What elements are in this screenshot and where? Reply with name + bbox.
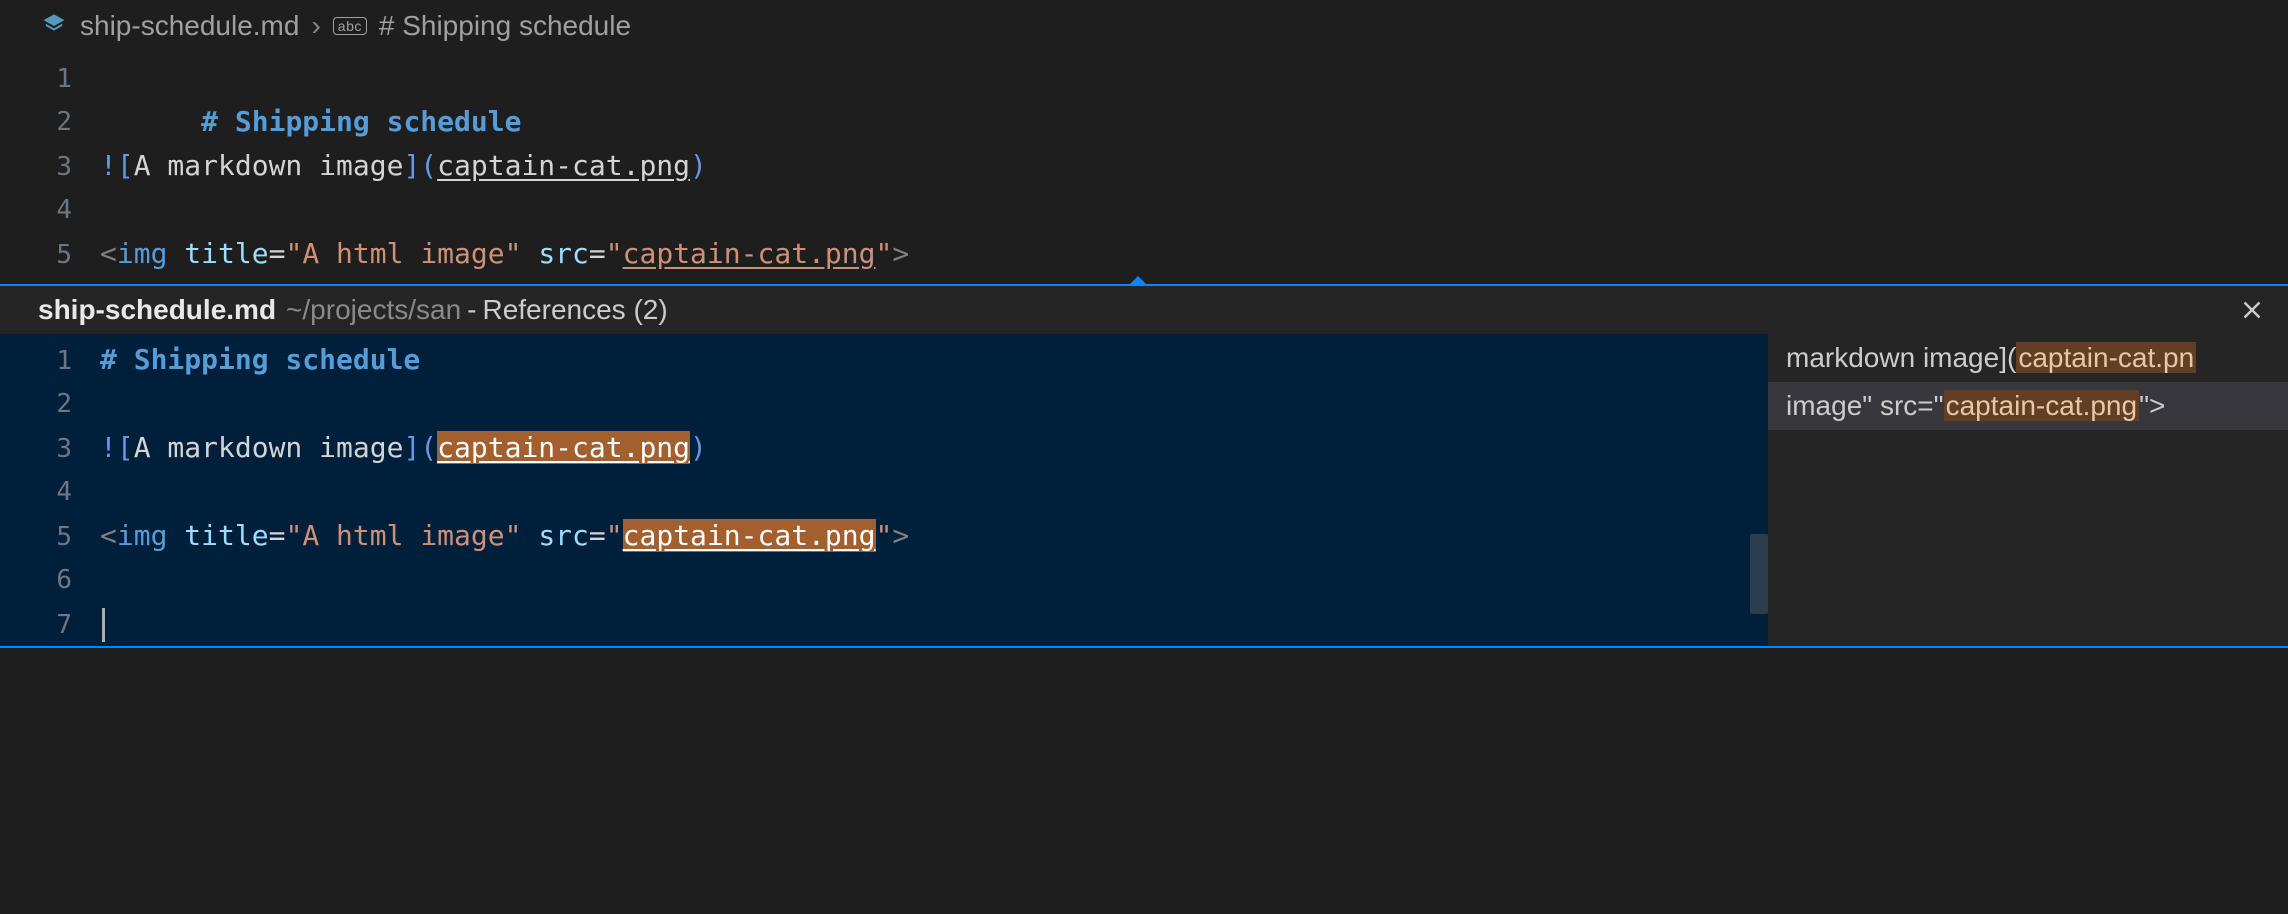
symbol-string-icon: abc xyxy=(333,17,367,35)
line-number: 1 xyxy=(0,57,100,101)
references-panel: ship-schedule.md ~/projects/san - Refere… xyxy=(0,284,2288,648)
line-number: 3 xyxy=(0,427,100,471)
chevron-right-icon: › xyxy=(311,10,320,42)
html-title-close: " xyxy=(505,237,522,270)
breadcrumb: ship-schedule.md › abc # Shipping schedu… xyxy=(0,0,2288,56)
ref-row-match: captain-cat.png xyxy=(1944,390,2139,421)
html-attr-src: src xyxy=(521,237,588,270)
md-image-alt: A markdown image xyxy=(134,431,404,464)
ref-row-pre: image" src=" xyxy=(1786,390,1944,421)
md-heading-text: Shipping schedule xyxy=(117,343,420,376)
text-cursor xyxy=(102,608,105,642)
line-number: 2 xyxy=(0,100,100,144)
md-image-alt: A markdown image xyxy=(134,149,404,182)
line-number: 4 xyxy=(0,188,100,232)
markdown-file-icon xyxy=(40,12,68,40)
references-path: ~/projects/san xyxy=(286,294,461,326)
html-eq: = xyxy=(269,519,286,552)
html-src-val[interactable]: captain-cat.png xyxy=(623,237,876,270)
html-tag-name: img xyxy=(117,237,168,270)
html-attr-title: title xyxy=(167,237,268,270)
html-title-open: " xyxy=(285,519,302,552)
breadcrumb-symbol[interactable]: # Shipping schedule xyxy=(379,10,631,42)
reference-list-item[interactable]: image" src="captain-cat.png"> xyxy=(1768,382,2288,430)
references-filename[interactable]: ship-schedule.md xyxy=(38,294,276,326)
html-tag-name: img xyxy=(117,519,168,552)
html-src-open: " xyxy=(606,519,623,552)
html-src-close: " xyxy=(876,519,893,552)
md-heading-marker: # xyxy=(201,105,218,138)
peek-arrow-icon xyxy=(1128,276,1148,286)
close-icon[interactable] xyxy=(2236,294,2268,326)
ref-row-post: "> xyxy=(2139,390,2165,421)
editor-main[interactable]: 1 # Shipping schedule 2 3 ![A markdown i… xyxy=(0,56,2288,276)
html-close-bracket: > xyxy=(892,237,909,270)
md-heading-marker: # xyxy=(100,343,117,376)
html-title-close: " xyxy=(505,519,522,552)
md-image-url[interactable]: captain-cat.png xyxy=(437,149,690,182)
line-number: 7 xyxy=(0,603,100,647)
html-open-bracket: < xyxy=(100,519,117,552)
html-attr-title: title xyxy=(167,519,268,552)
references-dash: - xyxy=(467,294,476,326)
html-src-close: " xyxy=(876,237,893,270)
line-number: 2 xyxy=(0,382,100,426)
breadcrumb-filename[interactable]: ship-schedule.md xyxy=(80,10,299,42)
line-number: 4 xyxy=(0,470,100,514)
line-number: 1 xyxy=(0,339,100,383)
html-attr-src: src xyxy=(521,519,588,552)
references-header: ship-schedule.md ~/projects/san - Refere… xyxy=(0,286,2288,334)
md-image-bang: ![ xyxy=(100,431,134,464)
line-number: 5 xyxy=(0,233,100,277)
line-number: 3 xyxy=(0,145,100,189)
line-number: 6 xyxy=(0,558,100,602)
md-image-end: ) xyxy=(690,431,707,464)
md-image-bang: ![ xyxy=(100,149,134,182)
ref-row-match: captain-cat.pn xyxy=(2016,342,2196,373)
reference-match[interactable]: captain-cat.png xyxy=(437,431,690,464)
md-heading-text: Shipping schedule xyxy=(218,105,521,138)
html-title-open: " xyxy=(285,237,302,270)
html-title-val: A html image xyxy=(302,519,504,552)
references-title: References (2) xyxy=(482,294,667,326)
html-open-bracket: < xyxy=(100,237,117,270)
references-list: markdown image](captain-cat.pn image" sr… xyxy=(1768,334,2288,646)
html-eq: = xyxy=(589,237,606,270)
ref-row-pre: markdown image]( xyxy=(1786,342,2016,373)
md-image-mid: ]( xyxy=(403,149,437,182)
reference-list-item[interactable]: markdown image](captain-cat.pn xyxy=(1768,334,2288,382)
scrollbar-thumb[interactable] xyxy=(1750,534,1768,614)
md-image-end: ) xyxy=(690,149,707,182)
reference-match[interactable]: captain-cat.png xyxy=(623,519,876,552)
html-src-open: " xyxy=(606,237,623,270)
html-eq: = xyxy=(269,237,286,270)
md-image-mid: ]( xyxy=(403,431,437,464)
line-number: 5 xyxy=(0,515,100,559)
html-eq: = xyxy=(589,519,606,552)
references-editor[interactable]: 1 # Shipping schedule 2 3 ![A markdown i… xyxy=(0,334,1768,646)
html-close-bracket: > xyxy=(892,519,909,552)
html-title-val: A html image xyxy=(302,237,504,270)
